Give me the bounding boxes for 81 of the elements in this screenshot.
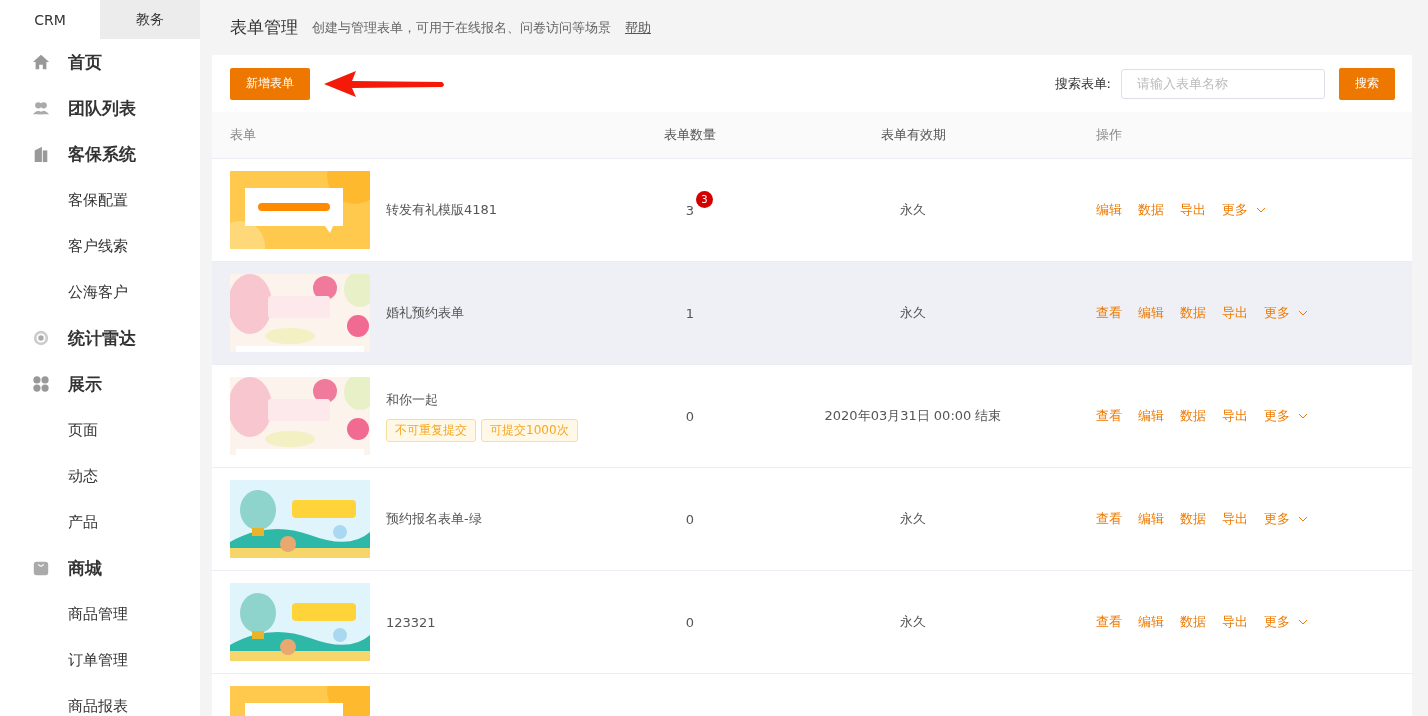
menu-item[interactable]: 统计雷达 <box>68 326 136 350</box>
table-cell: 2020年03月31日 00:00 结束 <box>824 408 1002 423</box>
submenu-item[interactable]: 产品 <box>68 512 98 532</box>
table-cell: 永久 <box>900 202 926 217</box>
form-name: 和你一起 <box>386 390 439 409</box>
action-link[interactable]: 查看 <box>1096 407 1122 425</box>
add-form-button[interactable]: 新增表单 <box>230 67 310 100</box>
home-icon <box>32 53 50 71</box>
menu-item[interactable]: 团队列表 <box>68 96 136 120</box>
action-link[interactable]: 数据 <box>1180 304 1206 322</box>
bag-icon <box>32 559 50 577</box>
column-header: 表单有效期 <box>879 126 947 144</box>
column-header: 表单数量 <box>663 126 717 144</box>
column-header: 表单 <box>230 126 257 144</box>
action-link[interactable]: 导出 <box>1222 613 1248 631</box>
action-link[interactable]: 查看 <box>1096 304 1122 322</box>
submenu-item[interactable]: 公海客户 <box>68 282 128 302</box>
action-link[interactable]: 导出 <box>1222 407 1248 425</box>
search-button[interactable]: 搜索 <box>1339 67 1395 100</box>
count-badge: 3 <box>695 190 713 208</box>
chevron-down-icon <box>1298 310 1308 316</box>
action-link[interactable]: 导出 <box>1222 510 1248 528</box>
menu-item[interactable]: 客保系统 <box>68 142 136 166</box>
chevron-down-icon <box>1298 413 1308 419</box>
form-name: 123321 <box>386 614 436 630</box>
people-icon <box>32 99 50 117</box>
page-description: 创建与管理表单，可用于在线报名、问卷访问等场景 <box>312 18 611 37</box>
help-link[interactable]: 帮助 <box>625 18 651 37</box>
table-cell: 永久 <box>900 511 926 526</box>
submenu-item[interactable]: 动态 <box>68 466 98 486</box>
action-link[interactable]: 导出 <box>1180 201 1206 219</box>
page-title: 表单管理 <box>230 16 298 39</box>
more-dropdown[interactable]: 更多 <box>1264 304 1308 322</box>
sidebar-tab[interactable]: 教务 <box>100 0 200 39</box>
action-link[interactable]: 查看 <box>1096 510 1122 528</box>
chevron-down-icon <box>1256 207 1266 213</box>
form-name: 转发有礼模版4181 <box>386 201 498 219</box>
action-link[interactable]: 导出 <box>1222 304 1248 322</box>
table-row[interactable]: 婚礼预约表单 1 永久 查看 编辑 数据 导出 更多 <box>212 262 1412 365</box>
more-dropdown[interactable]: 更多 <box>1222 201 1266 219</box>
table-cell: 永久 <box>900 305 926 320</box>
table-cell: 0 <box>685 408 695 424</box>
action-link[interactable]: 编辑 <box>1138 407 1164 425</box>
column-header: 操作 <box>1095 126 1123 144</box>
tag: 可提交1000次 <box>481 418 578 442</box>
action-link[interactable]: 编辑 <box>1138 510 1164 528</box>
more-dropdown[interactable]: 更多 <box>1264 407 1308 425</box>
action-link[interactable]: 数据 <box>1180 407 1206 425</box>
table-cell: 永久 <box>900 614 926 629</box>
form-name: 预约报名表单-绿 <box>386 510 482 528</box>
radar-icon <box>32 329 50 347</box>
building-icon <box>32 145 50 163</box>
action-link[interactable]: 数据 <box>1138 201 1164 219</box>
table-cell: 0 <box>685 511 695 527</box>
submenu-item[interactable]: 商品报表 <box>68 696 128 716</box>
clover-icon <box>32 375 50 393</box>
chevron-down-icon <box>1298 516 1308 522</box>
action-link[interactable]: 编辑 <box>1138 613 1164 631</box>
submenu-item[interactable]: 订单管理 <box>68 650 128 670</box>
action-link[interactable]: 编辑 <box>1096 201 1122 219</box>
table-cell: 1 <box>685 305 695 321</box>
form-name: 婚礼预约表单 <box>386 304 464 322</box>
action-link[interactable]: 数据 <box>1180 613 1206 631</box>
action-link[interactable]: 编辑 <box>1138 304 1164 322</box>
search-field[interactable]: 请输入表单名称 <box>1121 68 1325 99</box>
table-cell: 0 <box>685 614 695 630</box>
menu-item[interactable]: 展示 <box>68 372 102 396</box>
more-dropdown[interactable]: 更多 <box>1264 613 1308 631</box>
table-cell: 3 <box>685 202 695 218</box>
menu-item[interactable]: 首页 <box>68 50 102 74</box>
submenu-item[interactable]: 商品管理 <box>68 604 128 624</box>
chevron-down-icon <box>1298 619 1308 625</box>
menu-item[interactable]: 商城 <box>68 556 102 580</box>
search-label: 搜索表单: <box>1054 74 1111 93</box>
submenu-item[interactable]: 页面 <box>68 420 98 440</box>
action-link[interactable]: 数据 <box>1180 510 1206 528</box>
tag: 不可重复提交 <box>386 418 476 442</box>
submenu-item[interactable]: 客户线索 <box>68 236 128 256</box>
action-link[interactable]: 查看 <box>1096 613 1122 631</box>
more-dropdown[interactable]: 更多 <box>1264 510 1308 528</box>
submenu-item[interactable]: 客保配置 <box>68 190 128 210</box>
